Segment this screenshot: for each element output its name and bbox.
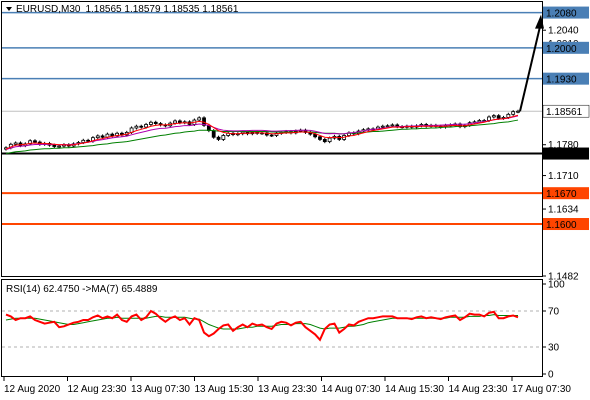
candle-body <box>380 125 385 128</box>
candle <box>516 109 520 114</box>
time-tick-label: 14 Aug 07:30 <box>322 384 381 395</box>
level-label: 1.2000 <box>546 44 577 55</box>
candle <box>149 120 153 127</box>
rsi-axis: 100 70 30 0 <box>542 280 565 381</box>
candle <box>322 137 327 144</box>
candle-body <box>269 134 274 137</box>
rsi-tick-label: 70 <box>548 307 560 318</box>
candle <box>139 124 144 129</box>
symbol-timeframe: EURUSD,M30 <box>16 4 81 15</box>
level-label: 1.18561 <box>546 107 583 118</box>
rsi-tick-label: 100 <box>548 280 565 291</box>
price-tick-label: 1.2040 <box>548 26 579 37</box>
rsi-ma-line <box>5 314 518 330</box>
rsi-label: RSI(14) 62.4750 ->MA(7) 65.4889 <box>6 284 158 295</box>
level-lines <box>2 11 542 226</box>
candle-body <box>52 144 57 147</box>
level-label: 1.1930 <box>546 75 577 86</box>
candle-body <box>221 135 226 140</box>
candle-body <box>322 139 327 143</box>
candle-body <box>487 116 491 121</box>
candle <box>491 114 496 119</box>
rsi-tick-label: 30 <box>548 343 560 354</box>
time-tick-label: 12 Aug 2020 <box>4 384 61 395</box>
candle <box>197 116 202 122</box>
candle-body <box>95 135 100 139</box>
time-tick-label: 12 Aug 23:30 <box>68 384 127 395</box>
rsi-line <box>5 309 519 342</box>
candle <box>134 124 139 130</box>
candle-body <box>13 142 18 145</box>
collapse-triangle-icon[interactable] <box>6 7 12 11</box>
forecast-arrow <box>519 14 544 112</box>
price-tick-label: 1.1634 <box>548 205 579 216</box>
candle-body <box>496 115 501 119</box>
candle-body <box>211 130 216 138</box>
chart-header: EURUSD,M30 1.18565 1.18579 1.18535 1.1856… <box>6 4 239 15</box>
candle-body <box>110 133 115 137</box>
candle <box>226 131 231 138</box>
time-tick-label: 13 Aug 23:30 <box>258 384 317 395</box>
time-tick-label: 13 Aug 07:30 <box>131 384 190 395</box>
candle <box>303 128 308 134</box>
price-tick-label: 1.1710 <box>548 171 579 182</box>
candle-body <box>100 135 105 138</box>
candle-body <box>197 117 202 121</box>
candle <box>216 135 221 141</box>
candle-body <box>86 139 91 142</box>
candle-body <box>144 124 148 128</box>
time-tick-label: 17 Aug 07:30 <box>512 384 571 395</box>
candle <box>158 122 163 127</box>
candle <box>366 127 371 132</box>
svg-text:EURUSD,M301.18565 1.18579 1.18: EURUSD,M30 1.18565 1.18579 1.18535 1.1856… <box>16 4 239 15</box>
candle-body <box>511 111 516 115</box>
candle-body <box>57 145 62 148</box>
level-label: 1.2080 <box>546 9 577 20</box>
candle-body <box>149 121 153 125</box>
candle-body <box>216 136 221 140</box>
candle <box>120 131 124 137</box>
price-panel-frame <box>1 1 543 277</box>
candle-body <box>173 120 177 124</box>
rsi-tick-label: 0 <box>548 370 554 381</box>
candle-body <box>318 136 322 140</box>
candle-body <box>491 115 496 118</box>
candle-body <box>177 120 182 124</box>
level-label: 1.1760 <box>546 150 577 161</box>
candle-body <box>390 124 395 127</box>
time-tick-label: 14 Aug 23:30 <box>449 384 508 395</box>
candle-body <box>385 125 390 128</box>
candle <box>274 131 279 138</box>
candle <box>115 131 119 138</box>
candle <box>153 120 158 126</box>
candle <box>62 143 66 148</box>
trading-chart[interactable]: 1.20401.20101.18561.17801.17101.16341.14… <box>0 0 590 400</box>
candle-body <box>516 110 520 113</box>
candle-body <box>506 113 511 118</box>
level-label: 1.1600 <box>546 220 577 231</box>
time-tick-label: 14 Aug 15:30 <box>385 384 444 395</box>
candle-body <box>81 139 86 143</box>
candle <box>221 133 226 141</box>
candle-body <box>153 121 158 124</box>
time-axis: 12 Aug 2020 12 Aug 23:30 13 Aug 07:30 13 Au… <box>3 377 571 395</box>
candle-body <box>327 137 332 143</box>
level-label: 1.1670 <box>546 189 577 200</box>
candle-body <box>134 125 139 129</box>
ohlc-values: 1.18565 1.18579 1.18535 1.18561 <box>85 4 238 15</box>
candle-body <box>33 140 37 143</box>
time-tick-label: 13 Aug 15:30 <box>195 384 254 395</box>
candle <box>95 134 100 140</box>
candle-body <box>139 125 144 128</box>
